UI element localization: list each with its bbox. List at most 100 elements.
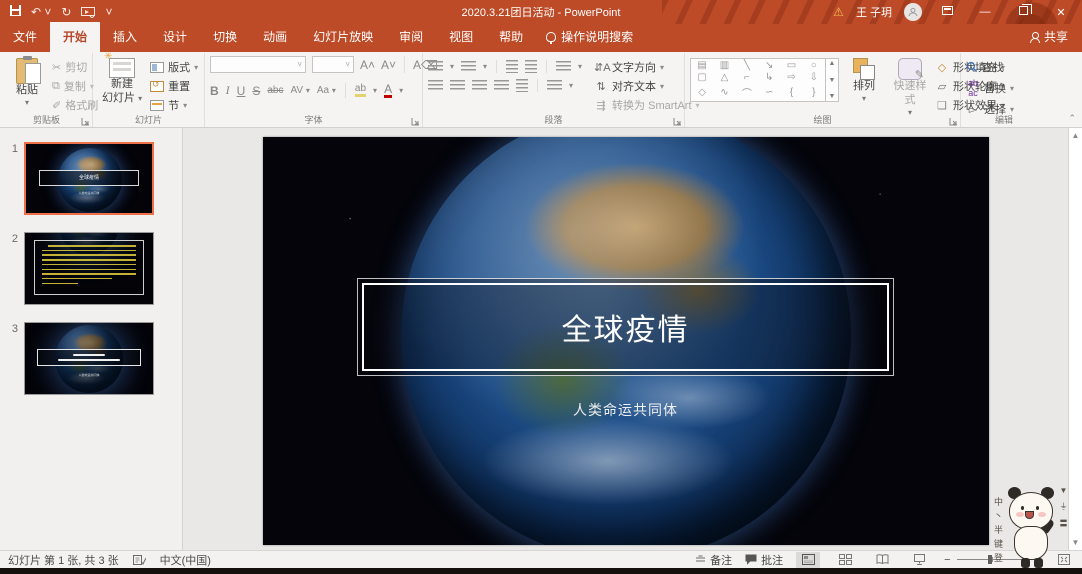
align-left-icon[interactable] [428, 79, 443, 92]
line-spacing-icon[interactable] [556, 60, 571, 73]
font-color-button[interactable]: A [384, 83, 392, 98]
paste-button[interactable]: 粘贴▾ [6, 56, 48, 110]
shape-icon[interactable]: ▥ [718, 60, 730, 71]
font-dialog-launcher-icon[interactable] [411, 117, 420, 126]
ime-menu-column[interactable]: ▼ ⏚ 〓 [1057, 482, 1070, 568]
shape-icon[interactable]: ╲ [741, 60, 753, 71]
quick-styles-button[interactable]: 快速样式▾ [889, 56, 931, 120]
slide-thumbnail-1[interactable]: 全球疫情 人类命运共同体 [24, 142, 154, 215]
vertical-scrollbar[interactable]: ▲ ▼ [1068, 128, 1082, 550]
paragraph-dialog-launcher-icon[interactable] [673, 117, 682, 126]
tab-review[interactable]: 审阅 [386, 22, 436, 52]
justify-icon[interactable] [494, 79, 509, 92]
language-indicator[interactable]: 中文(中国) [160, 552, 211, 568]
tell-me-search[interactable]: 操作说明搜索 [536, 22, 643, 52]
slide-sorter-view-button[interactable] [833, 552, 857, 568]
avatar[interactable] [904, 3, 922, 21]
font-name-combo[interactable]: ˅ [210, 56, 306, 73]
distribute-icon[interactable] [516, 79, 528, 92]
zoom-out-button[interactable]: − [944, 554, 950, 566]
reset-button[interactable]: 重置 [150, 78, 198, 94]
strikethrough-abc-button[interactable]: abc [267, 85, 283, 96]
scroll-up-icon[interactable]: ▲ [1072, 131, 1080, 140]
tab-view[interactable]: 视图 [436, 22, 486, 52]
shape-icon[interactable]: } [808, 87, 820, 98]
replace-button[interactable]: abac替换▾ [966, 78, 1014, 98]
layout-button[interactable]: 版式▾ [150, 59, 198, 75]
shrink-font-icon[interactable]: A˅ [381, 58, 396, 72]
tab-slideshow[interactable]: 幻灯片放映 [300, 22, 386, 52]
collapse-ribbon-icon[interactable]: ⌃ [1068, 113, 1076, 124]
share-button[interactable]: 共享 [1016, 22, 1082, 52]
minimize-button[interactable]: — [972, 6, 998, 18]
shape-icon[interactable]: ▤ [696, 60, 708, 71]
spellcheck-icon[interactable] [133, 554, 146, 566]
shape-icon[interactable]: ▭ [785, 60, 797, 71]
slideshow-view-button[interactable] [907, 552, 931, 568]
new-slide-button[interactable]: 新建 幻灯片 ▾ [98, 56, 146, 108]
notes-button[interactable]: 备注 [695, 552, 732, 568]
ribbon-display-options-icon[interactable] [934, 6, 960, 18]
cut-button[interactable]: ✂剪切 [52, 59, 98, 75]
align-right-icon[interactable] [472, 79, 487, 92]
shape-icon[interactable]: ⇩ [808, 72, 820, 83]
find-button[interactable]: 查找 [966, 59, 1014, 75]
shape-icon[interactable]: △ [718, 72, 730, 83]
highlight-color-button[interactable]: ab [355, 84, 366, 97]
tab-insert[interactable]: 插入 [100, 22, 150, 52]
drawing-dialog-launcher-icon[interactable] [949, 117, 958, 126]
underline-button[interactable]: U [237, 84, 246, 98]
user-name[interactable]: 王 子玥 [856, 4, 892, 20]
tab-help[interactable]: 帮助 [486, 22, 536, 52]
warning-icon[interactable]: ⚠ [833, 5, 844, 19]
current-slide-canvas[interactable]: 全球疫情 人类命运共同体 [263, 137, 989, 545]
text-direction-button[interactable]: ⇵A文字方向▾ [594, 59, 699, 75]
bold-button[interactable]: B [210, 84, 219, 98]
shape-icon[interactable]: ↘ [763, 60, 775, 71]
font-size-combo[interactable]: ˅ [312, 56, 354, 73]
shape-icon[interactable]: ◇ [696, 87, 708, 98]
columns-icon[interactable] [547, 79, 562, 92]
shape-gallery-scrollbar[interactable]: ▲▼▼ [826, 58, 839, 102]
tab-transitions[interactable]: 切换 [200, 22, 250, 52]
normal-view-button[interactable] [796, 552, 820, 568]
shape-icon[interactable]: ▢ [696, 72, 708, 83]
clipboard-dialog-launcher-icon[interactable] [81, 117, 90, 126]
close-button[interactable]: ✕ [1048, 6, 1074, 19]
tab-design[interactable]: 设计 [150, 22, 200, 52]
shape-icon[interactable]: ∽ [763, 87, 775, 98]
change-case-button[interactable]: Aa ▾ [317, 85, 336, 96]
arrange-button[interactable]: 排列▾ [843, 56, 885, 106]
ime-status-column[interactable]: 中丶半键登 [992, 482, 1005, 568]
decrease-indent-icon[interactable] [506, 60, 518, 73]
align-text-button[interactable]: ⇅对齐文本▾ [594, 78, 699, 94]
slide-thumbnail-2[interactable] [24, 232, 154, 305]
scroll-down-icon[interactable]: ▼ [1072, 538, 1080, 547]
section-button[interactable]: 节▾ [150, 97, 198, 113]
shape-icon[interactable]: ⇨ [785, 72, 797, 83]
shape-icon[interactable]: ∿ [718, 87, 730, 98]
increase-indent-icon[interactable] [525, 60, 537, 73]
slide-title-box[interactable]: 全球疫情 [357, 278, 894, 376]
tab-home[interactable]: 开始 [50, 22, 100, 52]
strikethrough-button[interactable]: S [252, 84, 260, 98]
numbering-icon[interactable] [461, 60, 476, 73]
bullets-icon[interactable] [428, 60, 443, 73]
grow-font-icon[interactable]: A˄ [360, 58, 375, 72]
shape-gallery[interactable]: ▤▥╲↘▭○▢△⌐↳⇨⇩◇∿⌒∽{} [690, 58, 826, 102]
ime-status-char[interactable]: 中 [994, 495, 1003, 508]
restore-button[interactable] [1010, 6, 1036, 18]
shape-icon[interactable]: ↳ [763, 72, 775, 83]
shape-icon[interactable]: { [785, 87, 797, 98]
tab-file[interactable]: 文件 [0, 22, 50, 52]
shape-icon[interactable]: ○ [808, 60, 820, 71]
shape-icon[interactable]: ⌐ [741, 72, 753, 83]
convert-smartart-button[interactable]: ⇶转换为 SmartArt▾ [594, 97, 699, 113]
italic-button[interactable]: I [226, 83, 230, 98]
copy-button[interactable]: ⧉复制▾ [52, 78, 98, 94]
format-painter-button[interactable]: ✐格式刷 [52, 97, 98, 113]
ime-status-char[interactable]: 键 [994, 537, 1003, 550]
ime-toolbar[interactable]: 中丶半键登 ▼ ⏚ 〓 [992, 482, 1070, 568]
reading-view-button[interactable] [870, 552, 894, 568]
ime-status-char[interactable]: 丶 [994, 509, 1003, 522]
